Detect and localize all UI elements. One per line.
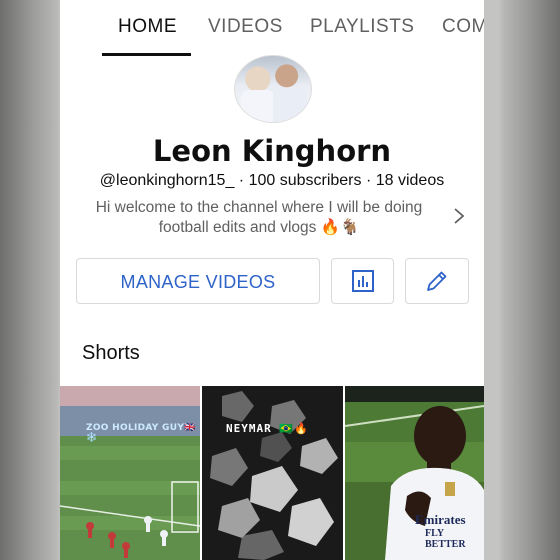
short-caption-2: NEYMAR 🇧🇷🔥 <box>226 422 309 435</box>
analytics-button[interactable] <box>331 258 394 304</box>
tab-playlists[interactable]: PLAYLISTS <box>310 16 414 38</box>
channel-description[interactable]: Hi welcome to the channel where I will b… <box>74 198 444 238</box>
channel-tabs: HOME VIDEOS PLAYLISTS COM <box>60 0 484 58</box>
pencil-icon <box>427 271 447 291</box>
description-line-2: football edits and vlogs 🔥🐐 <box>158 219 360 236</box>
bokeh-image <box>202 386 343 560</box>
jersey-sponsor-text: Emirates <box>415 512 466 527</box>
manage-videos-label: MANAGE VIDEOS <box>120 272 276 292</box>
shorts-section-title: Shorts <box>82 342 140 364</box>
channel-meta: @leonkinghorn15_ · 100 subscribers · 18 … <box>99 172 445 189</box>
jersey-sponsor-subtext: FLY BETTER <box>425 528 466 550</box>
short-thumbnail-3[interactable]: Emirates FLY BETTER <box>345 386 484 560</box>
channel-page: HOME VIDEOS PLAYLISTS COM Leon Kinghorn … <box>60 0 484 560</box>
bar-chart-icon <box>351 270 374 292</box>
football-pitch-image <box>60 386 200 560</box>
active-tab-indicator <box>102 53 191 56</box>
avatar[interactable] <box>234 55 312 123</box>
channel-name: Leon Kinghorn <box>152 134 392 168</box>
tab-videos[interactable]: VIDEOS <box>208 16 283 38</box>
manage-videos-button[interactable]: MANAGE VIDEOS <box>76 258 320 304</box>
tab-community[interactable]: COM <box>442 16 484 38</box>
description-line-1: Hi welcome to the channel where I will b… <box>95 199 423 216</box>
tab-home[interactable]: HOME <box>118 16 177 38</box>
short-thumbnail-2[interactable]: NEYMAR 🇧🇷🔥 <box>202 386 343 560</box>
short-thumbnail-1[interactable]: ZOO HOLIDAY GUY🇬🇧❄️ <box>60 386 200 560</box>
short-caption-1: ZOO HOLIDAY GUY🇬🇧❄️ <box>86 423 196 443</box>
edit-channel-button[interactable] <box>405 258 469 304</box>
chevron-right-icon[interactable] <box>452 207 466 225</box>
